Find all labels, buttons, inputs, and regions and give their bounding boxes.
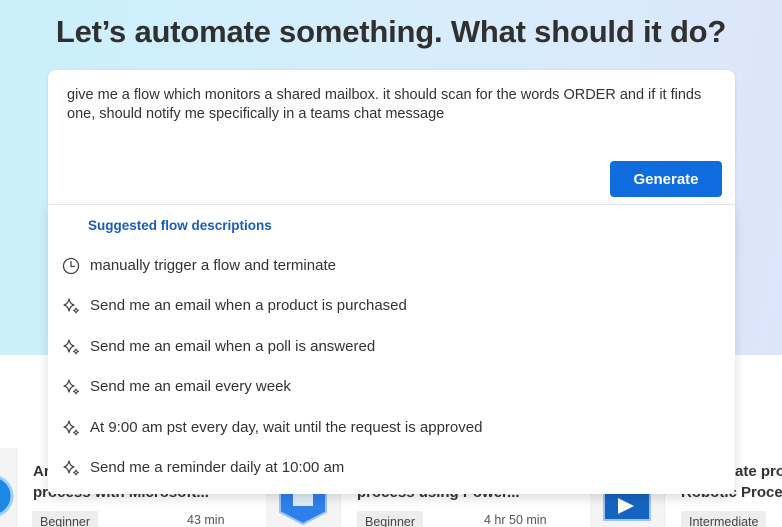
sparkle-icon xyxy=(61,377,81,397)
suggestion-label: Send me an email every week xyxy=(90,378,291,395)
suggestion-item[interactable]: Send me an email when a product is purch… xyxy=(48,288,735,324)
suggestion-item[interactable]: At 9:00 am pst every day, wait until the… xyxy=(48,410,735,446)
page-title: Let’s automate something. What should it… xyxy=(55,14,727,49)
card-thumbnail xyxy=(0,448,16,527)
suggestion-label: manually trigger a flow and terminate xyxy=(90,257,336,274)
suggestion-label: At 9:00 am pst every day, wait until the… xyxy=(90,419,483,436)
level-badge: Beginner xyxy=(32,511,99,527)
level-badge: Intermediate xyxy=(681,511,767,527)
suggestion-item[interactable]: Send me an email when a poll is answered xyxy=(48,329,735,365)
sparkle-icon xyxy=(61,337,81,357)
sparkle-icon xyxy=(61,418,81,438)
level-badge: Beginner xyxy=(357,511,424,527)
sparkle-icon xyxy=(61,296,81,316)
prompt-card: give me a flow which monitors a shared m… xyxy=(48,70,735,204)
generate-button[interactable]: Generate xyxy=(610,161,722,197)
suggestion-item[interactable]: Send me an email every week xyxy=(48,369,735,405)
suggestion-item[interactable]: manually trigger a flow and terminate xyxy=(48,248,735,284)
suggestion-item[interactable]: Send me a reminder daily at 10:00 am xyxy=(48,450,735,486)
suggestions-heading: Suggested flow descriptions xyxy=(88,218,272,233)
suggestions-dropdown: Suggested flow descriptions manually tri… xyxy=(48,204,735,494)
history-icon xyxy=(61,256,81,276)
flow-description-input[interactable]: give me a flow which monitors a shared m… xyxy=(67,86,727,124)
duration-label: 4 hr 50 min xyxy=(484,513,547,527)
duration-label: 43 min xyxy=(187,513,225,527)
card-title: ate proc xyxy=(735,463,782,480)
suggestion-label: Send me a reminder daily at 10:00 am xyxy=(90,459,345,476)
suggestion-label: Send me an email when a product is purch… xyxy=(90,297,407,314)
sparkle-icon xyxy=(61,458,81,478)
suggestion-label: Send me an email when a poll is answered xyxy=(90,338,376,355)
